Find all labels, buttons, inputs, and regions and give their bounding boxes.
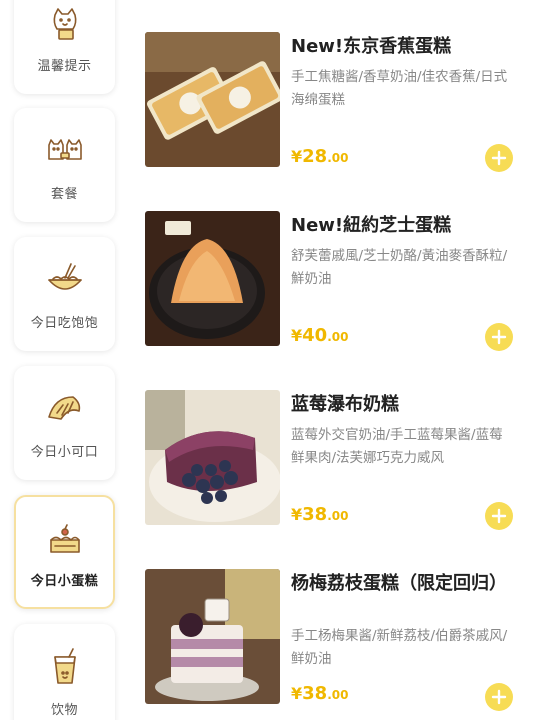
cat-pair-icon [47, 138, 82, 160]
cake-icon [49, 523, 80, 553]
price-integer: 38 [302, 504, 328, 525]
drink-cup-icon [53, 647, 76, 684]
product-image-blueberry-cake[interactable] [145, 390, 280, 525]
product-name: New!东京香蕉蛋糕 [291, 36, 452, 57]
product-price: ¥38.00 [291, 683, 348, 704]
category-label: 今日吃饱饱 [30, 315, 99, 331]
price-integer: 28 [302, 146, 328, 167]
price-decimal: .00 [327, 509, 349, 523]
category-sidebar: 温馨提示 套餐 今日吃饱饱 今日小可口 今日小蛋糕 饮物 [0, 0, 130, 720]
category-full-meals[interactable]: 今日吃饱饱 [14, 237, 115, 351]
noodle-bowl-icon [47, 262, 82, 290]
product-description: 蓝莓外交官奶油/手工蓝莓果酱/蓝莓鲜果肉/法芙娜巧克力威风 [291, 427, 503, 466]
product-item[interactable]: New!东京香蕉蛋糕 手工焦糖酱/香草奶油/佳农香蕉/日式海绵蛋糕 ¥28.00 [145, 32, 525, 172]
add-to-cart-button[interactable] [485, 323, 513, 351]
product-image-ny-cheesecake[interactable] [145, 211, 280, 346]
category-snacks[interactable]: 今日小可口 [14, 366, 115, 480]
plus-icon [491, 689, 507, 705]
category-label: 饮物 [50, 702, 78, 718]
price-integer: 38 [302, 683, 328, 704]
price-integer: 40 [302, 325, 328, 346]
category-cakes[interactable]: 今日小蛋糕 [14, 495, 115, 609]
product-price: ¥38.00 [291, 504, 348, 525]
product-name: 杨梅荔枝蛋糕（限定回归） [291, 573, 507, 594]
price-currency: ¥ [291, 684, 303, 703]
category-label: 今日小可口 [30, 444, 99, 460]
category-label: 套餐 [50, 186, 78, 202]
croissant-icon [47, 395, 80, 420]
add-to-cart-button[interactable] [485, 502, 513, 530]
product-image-banana-cake[interactable] [145, 32, 280, 167]
price-decimal: .00 [327, 151, 349, 165]
price-currency: ¥ [291, 505, 303, 524]
price-currency: ¥ [291, 147, 303, 166]
category-set-meal[interactable]: 套餐 [14, 108, 115, 222]
product-name: 蓝莓瀑布奶糕 [291, 394, 399, 415]
product-description: 手工杨梅果酱/新鲜荔枝/伯爵茶戚风/鲜奶油 [291, 628, 508, 667]
category-tips[interactable]: 温馨提示 [14, 0, 115, 94]
product-item[interactable]: New!紐約芝士蛋糕 舒芙蕾戚風/芝士奶酪/黃油麥香酥粒/鮮奶油 ¥40.00 [145, 211, 525, 351]
product-item[interactable]: 杨梅荔枝蛋糕（限定回归） 手工杨梅果酱/新鲜荔枝/伯爵茶戚风/鲜奶油 ¥38.0… [145, 569, 525, 711]
cat-note-icon [53, 7, 76, 40]
product-price: ¥40.00 [291, 325, 348, 346]
add-to-cart-button[interactable] [485, 144, 513, 172]
category-label: 温馨提示 [37, 58, 92, 74]
plus-icon [491, 329, 507, 345]
product-description: 手工焦糖酱/香草奶油/佳农香蕉/日式海绵蛋糕 [291, 69, 508, 108]
product-name: New!紐約芝士蛋糕 [291, 215, 452, 236]
price-decimal: .00 [327, 688, 349, 702]
product-image-bayberry-lychee-cake[interactable] [145, 569, 280, 704]
category-label: 今日小蛋糕 [30, 573, 99, 589]
product-item[interactable]: 蓝莓瀑布奶糕 蓝莓外交官奶油/手工蓝莓果酱/蓝莓鲜果肉/法芙娜巧克力威风 ¥38… [145, 390, 525, 530]
plus-icon [491, 508, 507, 524]
plus-icon [491, 150, 507, 166]
price-currency: ¥ [291, 326, 303, 345]
category-drinks[interactable]: 饮物 [14, 624, 115, 720]
product-price: ¥28.00 [291, 146, 348, 167]
price-decimal: .00 [327, 330, 349, 344]
product-description: 舒芙蕾戚風/芝士奶酪/黃油麥香酥粒/鮮奶油 [291, 248, 508, 287]
add-to-cart-button[interactable] [485, 683, 513, 711]
